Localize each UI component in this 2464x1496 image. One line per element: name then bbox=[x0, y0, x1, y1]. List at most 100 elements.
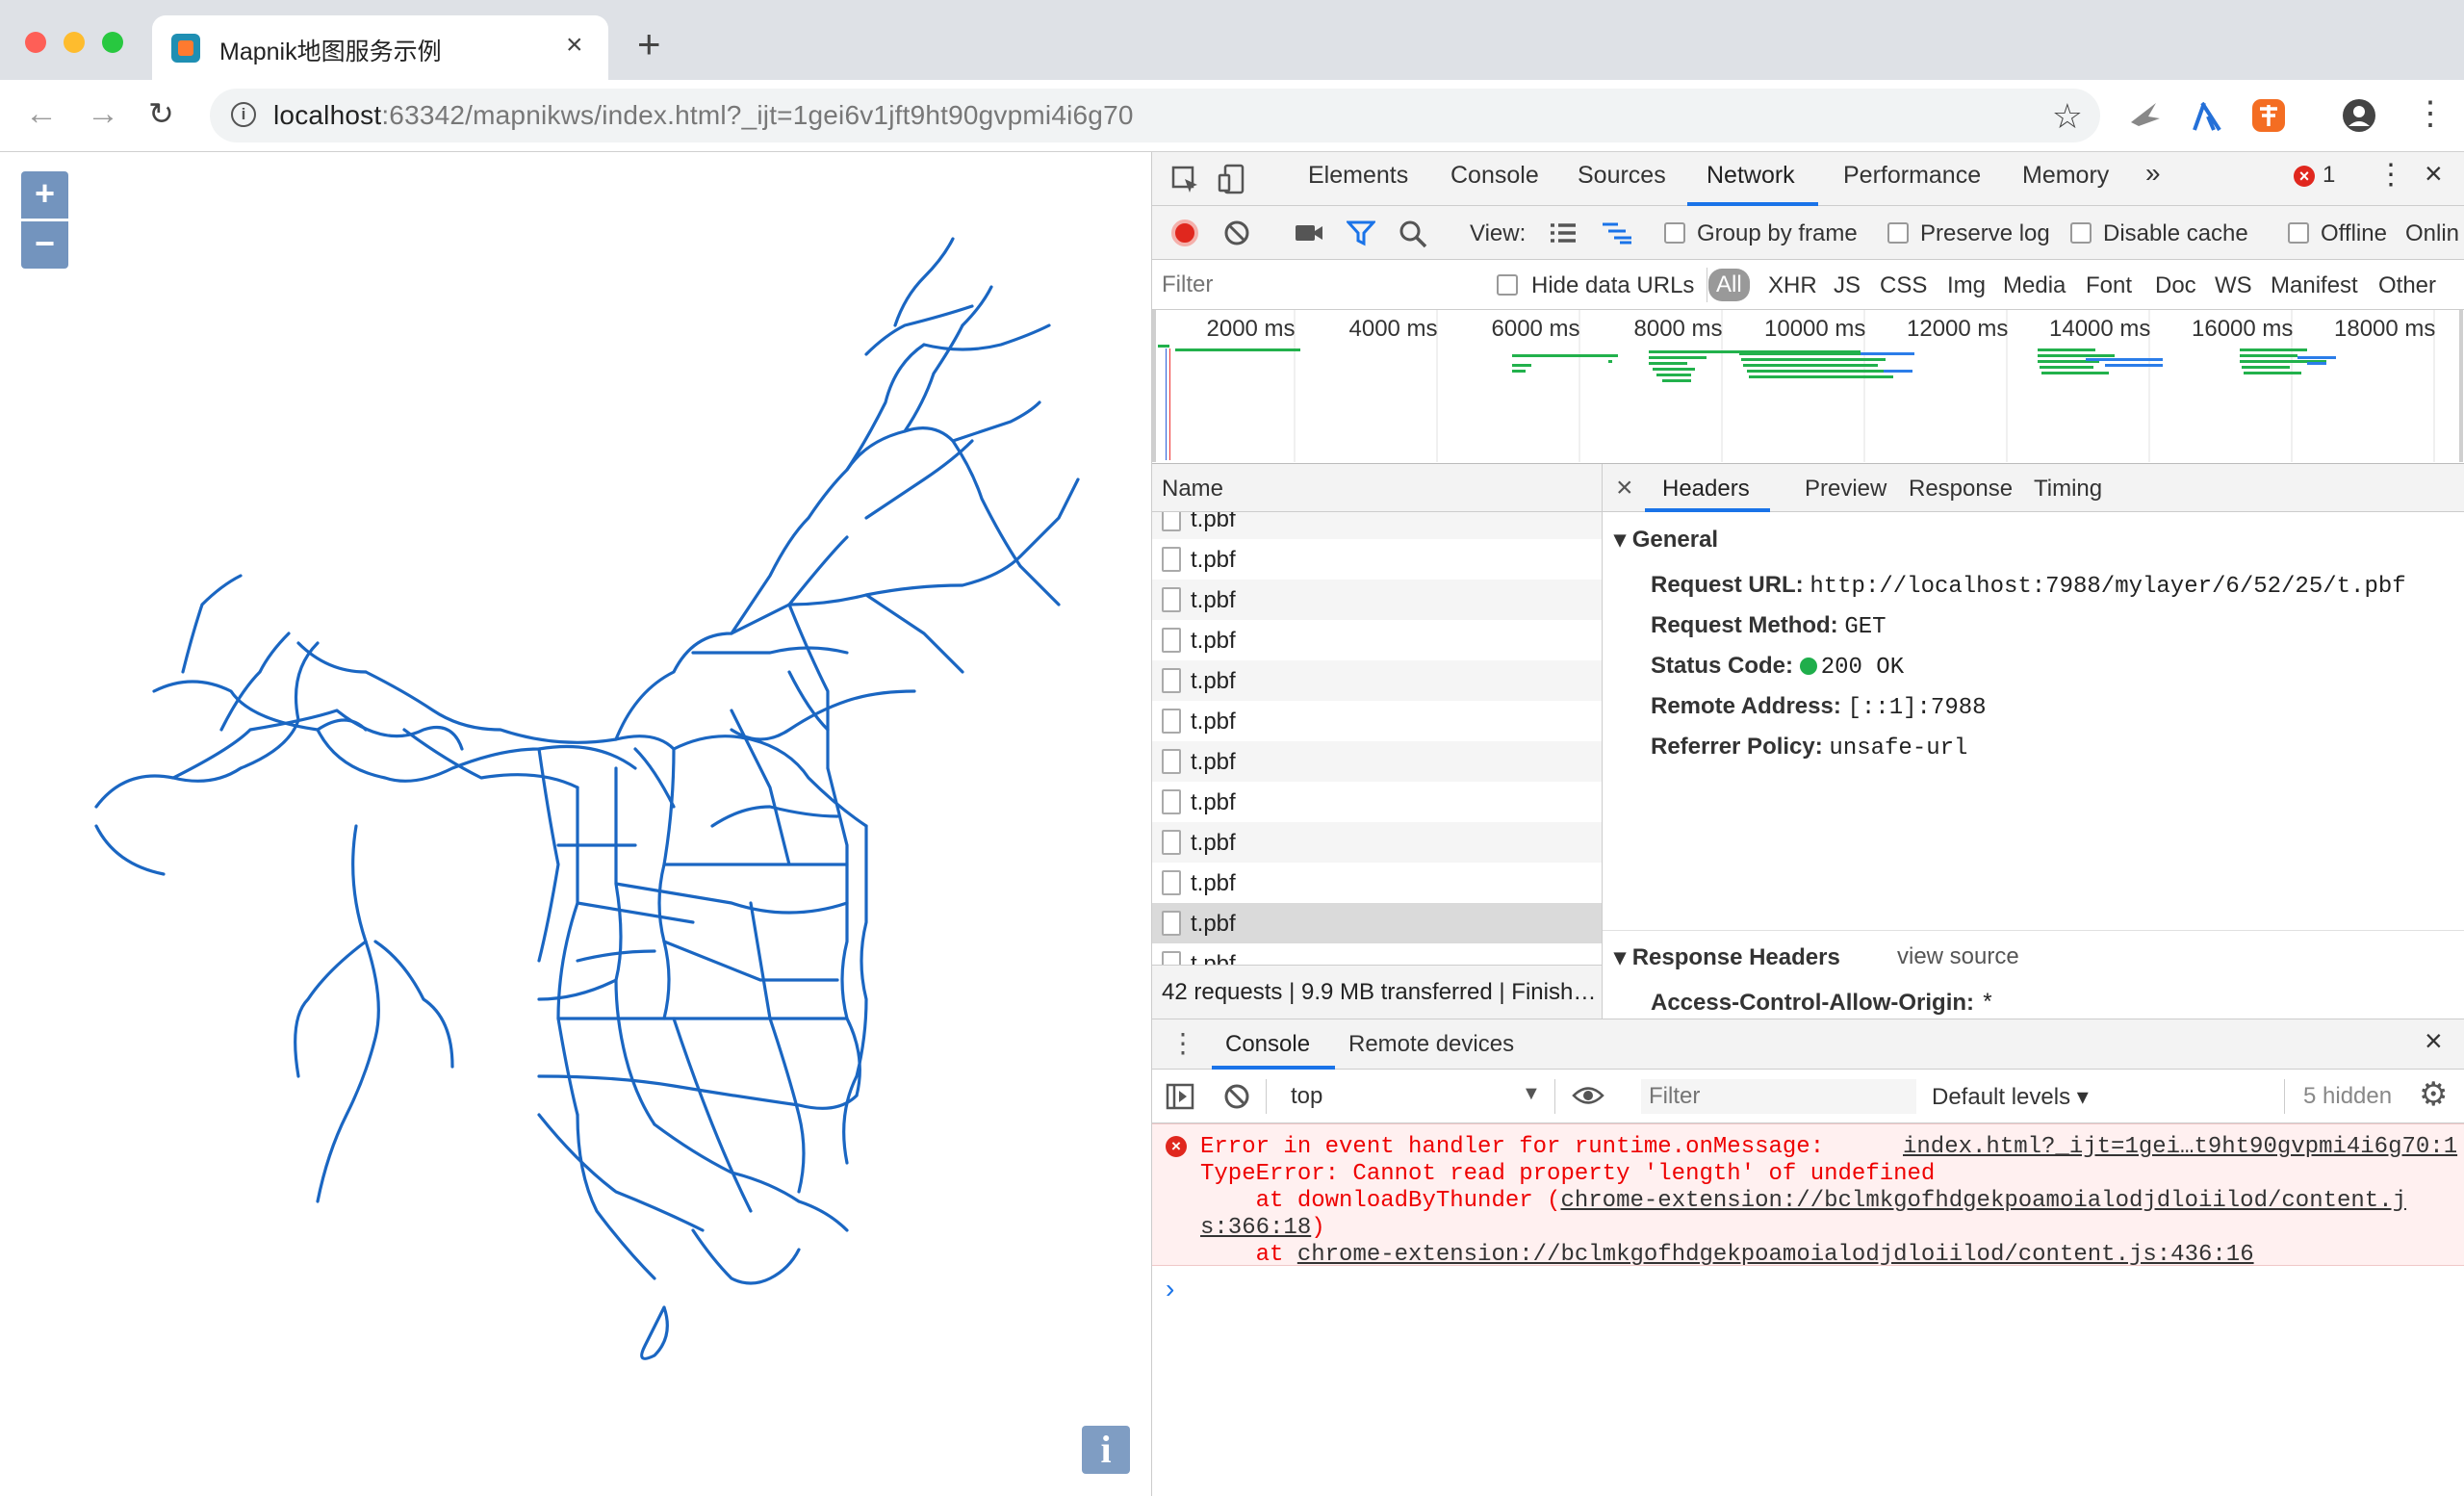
disable-cache-checkbox[interactable] bbox=[2070, 222, 2092, 244]
url-text[interactable]: localhost:63342/mapnikws/index.html?_ijt… bbox=[273, 100, 1134, 131]
clear-console-icon[interactable] bbox=[1223, 1083, 1250, 1110]
live-expression-eye-icon[interactable] bbox=[1572, 1085, 1604, 1106]
close-window-button[interactable] bbox=[25, 32, 46, 53]
request-row[interactable]: t.pbf bbox=[1152, 512, 1602, 539]
console-sidebar-icon[interactable] bbox=[1166, 1083, 1194, 1110]
request-row[interactable]: t.pbf bbox=[1152, 903, 1602, 943]
request-row[interactable]: t.pbf bbox=[1152, 782, 1602, 822]
bookmark-star-icon[interactable]: ☆ bbox=[2052, 96, 2083, 137]
error-source-link[interactable]: index.html?_ijt=1gei…t9ht90gvpmi4i6g70:1 bbox=[1903, 1134, 2457, 1160]
extension-orange-icon[interactable] bbox=[2250, 97, 2287, 134]
preserve-log-checkbox[interactable] bbox=[1887, 222, 1909, 244]
browser-tab[interactable]: Mapnik地图服务示例 × bbox=[152, 15, 608, 80]
extension-bird-icon[interactable] bbox=[2127, 97, 2164, 134]
inspect-element-icon[interactable] bbox=[1171, 166, 1200, 194]
close-devtools-icon[interactable]: × bbox=[2425, 156, 2443, 192]
type-filter-js[interactable]: JS bbox=[1834, 272, 1861, 299]
drawer-tab-console[interactable]: Console bbox=[1225, 1031, 1310, 1058]
more-tabs-button[interactable]: » bbox=[2145, 158, 2161, 189]
reload-icon[interactable]: ↻ bbox=[148, 97, 174, 130]
request-row[interactable]: t.pbf bbox=[1152, 822, 1602, 863]
type-filter-other[interactable]: Other bbox=[2378, 272, 2436, 299]
tab-close-icon[interactable]: × bbox=[566, 29, 583, 62]
type-filter-doc[interactable]: Doc bbox=[2155, 272, 2196, 299]
type-filter-xhr[interactable]: XHR bbox=[1768, 272, 1817, 299]
network-filter-input[interactable] bbox=[1158, 268, 1476, 302]
screenshot-camera-icon[interactable] bbox=[1295, 221, 1323, 245]
new-tab-button[interactable]: + bbox=[637, 21, 661, 67]
throttling-select[interactable]: Onlin bbox=[2405, 220, 2459, 247]
forward-icon[interactable]: → bbox=[87, 97, 119, 130]
type-filter-all[interactable]: All bbox=[1708, 269, 1750, 301]
context-selector[interactable]: top bbox=[1291, 1083, 1322, 1110]
tab-timing[interactable]: Timing bbox=[2034, 476, 2102, 503]
request-row[interactable]: t.pbf bbox=[1152, 620, 1602, 660]
zoom-window-button[interactable] bbox=[102, 32, 123, 53]
type-filter-manifest[interactable]: Manifest bbox=[2271, 272, 2358, 299]
request-list[interactable]: t.pbf t.pbf t.pbf t.pbf t.pbf t.pbf t.pbf t.pbf… bbox=[1152, 512, 1603, 965]
request-row[interactable]: t.pbf bbox=[1152, 741, 1602, 782]
header-key: Access-Control-Allow-Origin: bbox=[1651, 990, 1975, 1016]
type-filter-css[interactable]: CSS bbox=[1880, 272, 1927, 299]
type-filter-img[interactable]: Img bbox=[1947, 272, 1986, 299]
tab-preview[interactable]: Preview bbox=[1805, 476, 1886, 503]
tab-response[interactable]: Response bbox=[1909, 476, 2013, 503]
map-info-button[interactable]: i bbox=[1082, 1426, 1130, 1474]
request-row[interactable]: t.pbf bbox=[1152, 863, 1602, 903]
tab-network[interactable]: Network bbox=[1707, 162, 1795, 190]
group-by-frame-checkbox[interactable] bbox=[1664, 222, 1685, 244]
profile-avatar-icon[interactable] bbox=[2341, 97, 2377, 134]
minimize-window-button[interactable] bbox=[64, 32, 85, 53]
waterfall-overview-icon[interactable] bbox=[1601, 221, 1633, 245]
close-detail-icon[interactable]: × bbox=[1616, 472, 1633, 504]
address-bar[interactable]: i localhost:63342/mapnikws/index.html?_i… bbox=[210, 89, 2100, 142]
devtools-menu-icon[interactable]: ⋮ bbox=[2376, 158, 2405, 192]
timeline-tick-label: 6000 ms bbox=[1491, 316, 1580, 342]
record-icon[interactable] bbox=[1171, 219, 1198, 246]
drawer-tab-remote-devices[interactable]: Remote devices bbox=[1348, 1031, 1514, 1058]
offline-checkbox[interactable] bbox=[2288, 222, 2309, 244]
request-row[interactable]: t.pbf bbox=[1152, 539, 1602, 580]
console-filter-input[interactable] bbox=[1641, 1079, 1916, 1114]
back-icon[interactable]: ← bbox=[25, 97, 58, 130]
filter-icon[interactable] bbox=[1347, 219, 1375, 246]
tab-elements[interactable]: Elements bbox=[1308, 162, 1408, 190]
request-row[interactable]: t.pbf bbox=[1152, 580, 1602, 620]
stack-frame-link-1[interactable]: chrome-extension://bclmkgofhdgekpoamoial… bbox=[1560, 1188, 2406, 1214]
tab-headers[interactable]: Headers bbox=[1662, 476, 1750, 503]
search-icon[interactable] bbox=[1399, 219, 1427, 248]
device-toolbar-icon[interactable] bbox=[1218, 164, 1246, 194]
request-row[interactable]: t.pbf bbox=[1152, 943, 1602, 965]
type-filter-ws[interactable]: WS bbox=[2215, 272, 2252, 299]
log-levels-select[interactable]: Default levels ▾ bbox=[1932, 1083, 2089, 1111]
general-section-toggle[interactable]: ▾ General bbox=[1614, 526, 1718, 554]
clear-icon[interactable] bbox=[1223, 219, 1250, 246]
view-source-link[interactable]: view source bbox=[1897, 943, 2019, 970]
browser-menu-icon[interactable]: ⋮ bbox=[2414, 97, 2447, 130]
error-icon[interactable]: × bbox=[2294, 166, 2315, 187]
tab-console[interactable]: Console bbox=[1450, 162, 1539, 190]
request-row[interactable]: t.pbf bbox=[1152, 701, 1602, 741]
close-drawer-icon[interactable]: × bbox=[2425, 1023, 2443, 1059]
console-prompt[interactable]: › bbox=[1166, 1274, 1174, 1304]
stack-frame-link-1-cont[interactable]: s:366:18 bbox=[1200, 1215, 1311, 1241]
tab-performance[interactable]: Performance bbox=[1843, 162, 1981, 190]
stack-frame-link-2[interactable]: chrome-extension://bclmkgofhdgekpoamoial… bbox=[1297, 1242, 2254, 1268]
map-viewport[interactable]: + − i bbox=[0, 152, 1151, 1496]
response-headers-toggle[interactable]: ▾ Response Headers bbox=[1614, 943, 1840, 971]
extension-lambda-icon[interactable] bbox=[2189, 97, 2225, 134]
name-column-header[interactable]: Name bbox=[1152, 464, 1603, 512]
drawer-menu-icon[interactable]: ⋮ bbox=[1169, 1027, 1196, 1059]
tab-sources[interactable]: Sources bbox=[1578, 162, 1666, 190]
network-timeline-overview[interactable]: 2000 ms 4000 ms 6000 ms 8000 ms 10000 ms 1200… bbox=[1152, 310, 2464, 464]
request-row[interactable]: t.pbf bbox=[1152, 660, 1602, 701]
tab-memory[interactable]: Memory bbox=[2022, 162, 2109, 190]
type-filter-font[interactable]: Font bbox=[2086, 272, 2132, 299]
site-info-icon[interactable]: i bbox=[231, 102, 256, 127]
type-filter-media[interactable]: Media bbox=[2003, 272, 2066, 299]
large-rows-icon[interactable] bbox=[1549, 221, 1578, 245]
console-settings-gear-icon[interactable]: ⚙ bbox=[2419, 1075, 2448, 1114]
hide-data-urls-checkbox[interactable] bbox=[1497, 274, 1518, 296]
context-dropdown-icon[interactable]: ▼ bbox=[1522, 1083, 1541, 1105]
error-count[interactable]: 1 bbox=[2323, 162, 2335, 189]
